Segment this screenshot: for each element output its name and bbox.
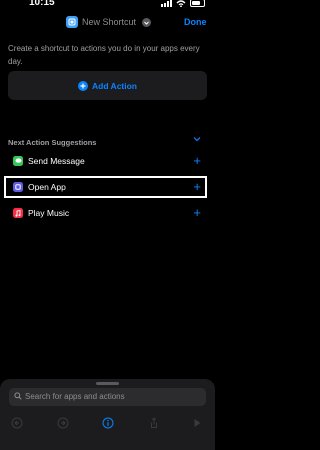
battery-icon: [190, 0, 205, 7]
search-field[interactable]: Search for apps and actions: [9, 388, 206, 406]
add-icon[interactable]: +: [193, 153, 201, 169]
nav-bar: New Shortcut Done: [0, 14, 215, 36]
suggestion-row-send-message[interactable]: Send Message +: [8, 151, 207, 172]
plus-circle-icon: [77, 80, 88, 91]
bottom-sheet: Search for apps and actions: [0, 379, 215, 450]
suggestion-row-play-music[interactable]: Play Music +: [8, 203, 207, 224]
add-icon[interactable]: +: [193, 205, 201, 221]
share-icon[interactable]: [148, 417, 160, 429]
editor-toolbar: [0, 414, 215, 432]
play-icon[interactable]: [191, 417, 203, 429]
description-text: Create a shortcut to actions you do in y…: [8, 44, 200, 66]
undo-icon[interactable]: [11, 417, 23, 429]
shortcut-icon[interactable]: [66, 16, 78, 28]
shortcut-title[interactable]: New Shortcut: [82, 17, 136, 27]
status-time: 10:15: [29, 0, 55, 8]
info-icon[interactable]: [102, 417, 114, 429]
suggestion-label: Play Music: [28, 208, 70, 218]
music-icon: [13, 208, 23, 218]
sheet-grabber[interactable]: [96, 382, 119, 385]
highlight-box: [4, 176, 207, 198]
search-placeholder: Search for apps and actions: [25, 392, 125, 401]
signal-icon: [161, 0, 172, 7]
status-bar: 10:15: [0, 0, 215, 14]
search-icon: [14, 392, 22, 400]
chevron-down-icon[interactable]: [142, 18, 151, 27]
add-action-button[interactable]: Add Action: [8, 71, 207, 100]
wifi-icon: [176, 0, 186, 7]
suggestions-header: Next Action Suggestions: [8, 138, 97, 147]
messages-icon: [13, 156, 23, 166]
collapse-chevron-icon[interactable]: [193, 136, 201, 142]
add-action-label: Add Action: [91, 80, 137, 91]
suggestion-label: Send Message: [28, 156, 85, 166]
redo-icon[interactable]: [57, 417, 69, 429]
done-button[interactable]: Done: [184, 17, 207, 27]
status-icons: [161, 0, 205, 7]
